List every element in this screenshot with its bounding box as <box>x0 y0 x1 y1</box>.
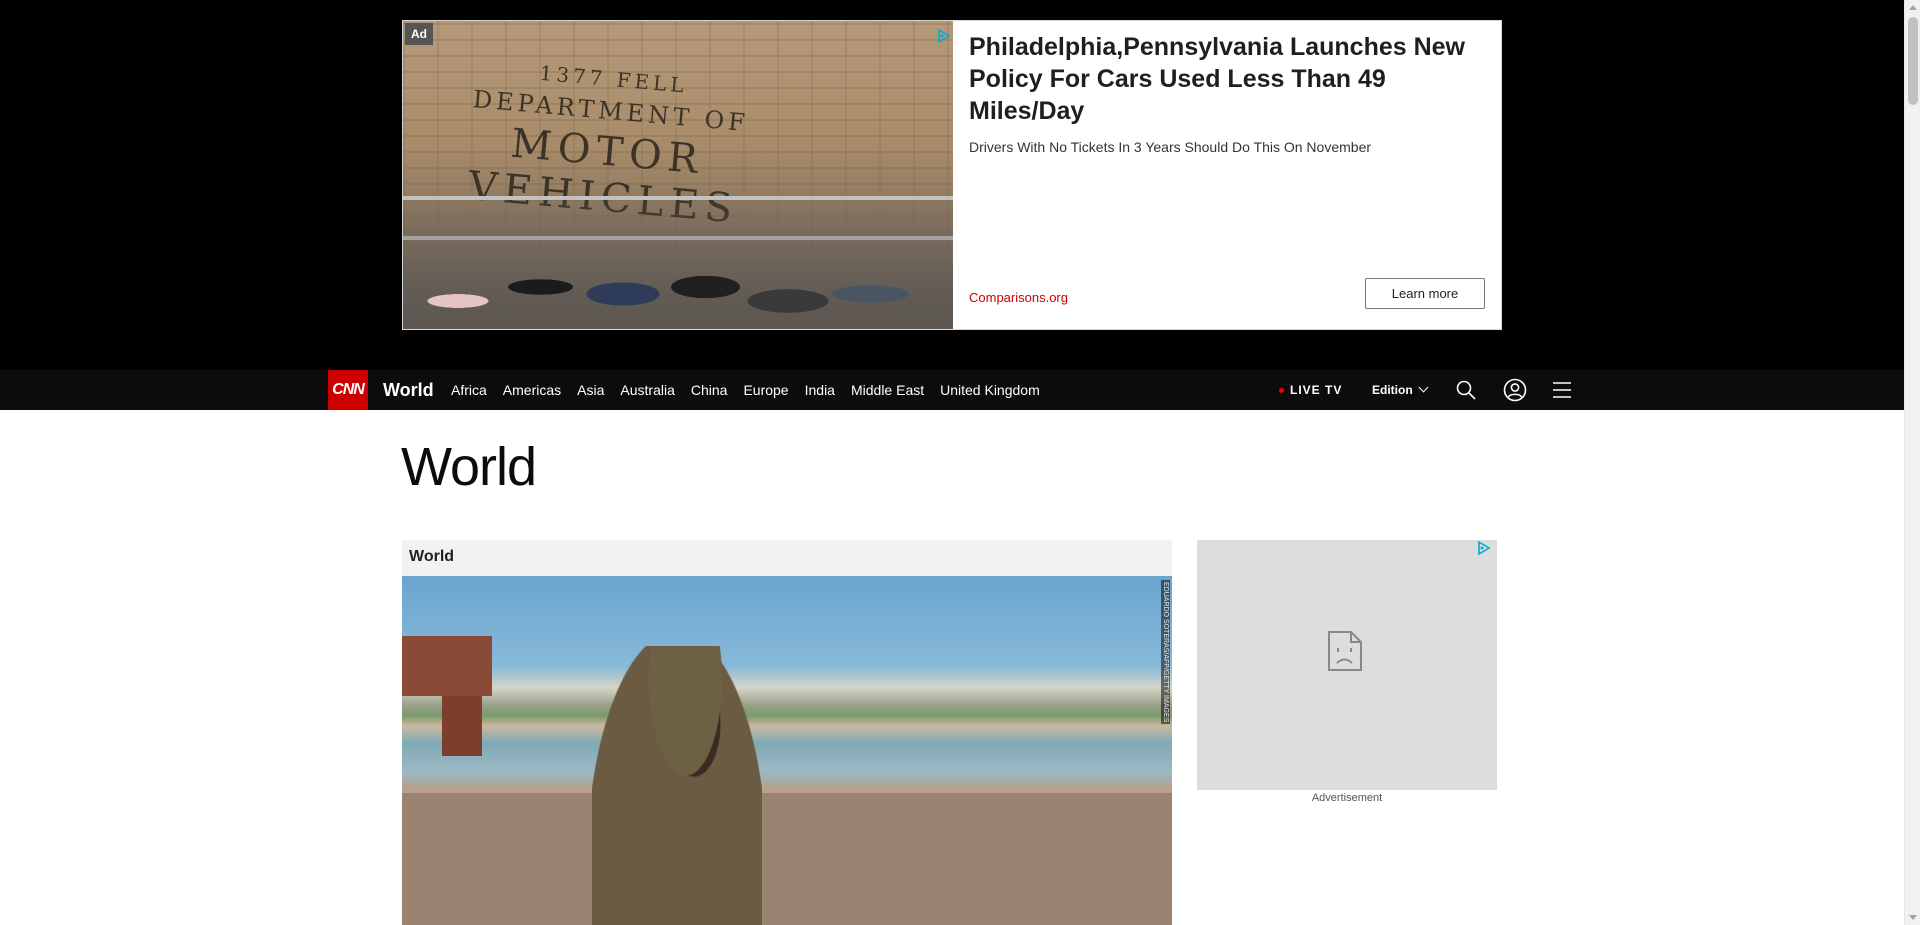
nav-link-united-kingdom[interactable]: United Kingdom <box>940 370 1040 410</box>
nav-section-title[interactable]: World <box>383 370 434 410</box>
feature-card[interactable]: World EDUARDO SOTERAS/AFP/GETTY IMAGES <box>402 540 1172 925</box>
crowd <box>403 189 953 329</box>
page: 1377 FELL DEPARTMENT OF MOTOR VEHICLES A… <box>0 0 1904 925</box>
ad-image[interactable]: 1377 FELL DEPARTMENT OF MOTOR VEHICLES A… <box>403 21 953 329</box>
learn-more-button[interactable]: Learn more <box>1365 278 1485 309</box>
feature-image[interactable]: EDUARDO SOTERAS/AFP/GETTY IMAGES <box>402 576 1172 925</box>
top-ad-card[interactable]: 1377 FELL DEPARTMENT OF MOTOR VEHICLES A… <box>402 20 1502 330</box>
ad-badge: Ad <box>405 23 433 45</box>
scroll-up-arrow-icon[interactable] <box>1909 5 1917 10</box>
nav-link-asia[interactable]: Asia <box>577 370 604 410</box>
concrete-wall <box>402 785 1172 925</box>
adchoices-icon[interactable] <box>937 29 951 43</box>
nav-links: Africa Americas Asia Australia China Eur… <box>451 370 1056 410</box>
nav-link-europe[interactable]: Europe <box>743 370 788 410</box>
side-advertisement[interactable] <box>1197 540 1497 790</box>
nav-link-middle-east[interactable]: Middle East <box>851 370 924 410</box>
edition-label: Edition <box>1372 383 1413 397</box>
photo-credit: EDUARDO SOTERAS/AFP/GETTY IMAGES <box>1161 580 1170 725</box>
scrollbar-thumb[interactable] <box>1908 17 1918 105</box>
feature-label[interactable]: World <box>402 540 1172 576</box>
ad-text: Philadelphia,Pennsylvania Launches New P… <box>953 21 1501 329</box>
scroll-down-arrow-icon[interactable] <box>1909 915 1917 920</box>
page-title: World <box>401 437 537 497</box>
ad-headline[interactable]: Philadelphia,Pennsylvania Launches New P… <box>969 31 1485 127</box>
nav-link-australia[interactable]: Australia <box>620 370 674 410</box>
guard-hut <box>402 636 492 696</box>
menu-icon[interactable] <box>1551 379 1573 401</box>
account-icon[interactable] <box>1503 378 1527 402</box>
search-icon[interactable] <box>1455 379 1477 401</box>
guard-hut-post <box>442 696 482 756</box>
main-nav: CNN World Africa Americas Asia Australia… <box>0 370 1904 410</box>
nav-link-india[interactable]: India <box>805 370 835 410</box>
live-tv-label: LIVE TV <box>1290 383 1343 397</box>
nav-link-china[interactable]: China <box>691 370 728 410</box>
chevron-down-icon <box>1418 382 1429 393</box>
live-tv-link[interactable]: LIVE TV <box>1279 370 1342 410</box>
soldier-figure <box>592 646 762 925</box>
live-dot-icon <box>1279 388 1284 394</box>
top-ad-band: 1377 FELL DEPARTMENT OF MOTOR VEHICLES A… <box>0 0 1904 370</box>
broken-page-icon <box>1328 631 1362 671</box>
edition-dropdown[interactable]: Edition <box>1372 370 1429 410</box>
page-scrollbar[interactable] <box>1904 0 1920 925</box>
advertisement-label: Advertisement <box>1311 792 1383 804</box>
nav-link-americas[interactable]: Americas <box>503 370 561 410</box>
nav-link-africa[interactable]: Africa <box>451 370 487 410</box>
cnn-logo[interactable]: CNN <box>328 370 368 410</box>
ad-source[interactable]: Comparisons.org <box>969 290 1068 305</box>
adchoices-icon[interactable] <box>1477 541 1491 555</box>
ad-subtext: Drivers With No Tickets In 3 Years Shoul… <box>969 139 1372 155</box>
